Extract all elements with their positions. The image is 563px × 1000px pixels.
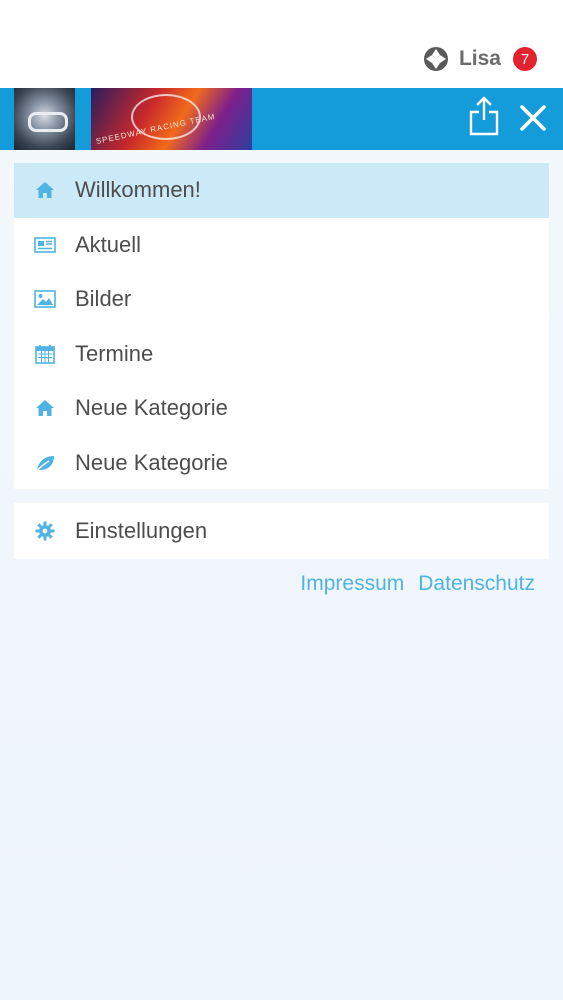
app-logo-icon: [423, 47, 448, 71]
calendar-icon: [35, 344, 55, 364]
menu-item-label: Neue Kategorie: [75, 395, 228, 421]
menu-item-neue-kategorie-1[interactable]: Neue Kategorie: [14, 381, 549, 436]
menu-item-willkommen[interactable]: Willkommen!: [14, 163, 549, 218]
leaf-icon: [35, 455, 54, 473]
menu-item-label: Termine: [75, 340, 154, 366]
top-bar: Lisa 7: [0, 0, 563, 88]
settings-section: Einstellungen: [14, 503, 549, 559]
image-icon: [34, 290, 56, 309]
user-name: Lisa: [458, 47, 501, 70]
footer-links: Impressum Datenschutz: [300, 572, 535, 596]
menu-item-bilder[interactable]: Bilder: [14, 272, 549, 327]
datenschutz-link[interactable]: Datenschutz: [418, 572, 535, 596]
gear-icon: [35, 521, 55, 541]
menu-item-aktuell[interactable]: Aktuell: [14, 218, 549, 273]
menu-item-label: Einstellungen: [75, 518, 208, 543]
menu-item-label: Neue Kategorie: [75, 449, 228, 475]
header-banner: SPEEDWAY RACING TEAM: [0, 88, 563, 150]
banner-thumbnail-1[interactable]: [14, 88, 75, 150]
menu-item-einstellungen[interactable]: Einstellungen: [14, 503, 549, 559]
home-icon: [36, 182, 54, 199]
notification-badge[interactable]: 7: [513, 47, 537, 71]
close-icon[interactable]: [516, 101, 550, 135]
banner-thumbnail-2[interactable]: SPEEDWAY RACING TEAM: [91, 88, 252, 150]
home-icon: [36, 400, 54, 417]
menu-item-neue-kategorie-2[interactable]: Neue Kategorie: [14, 436, 549, 491]
impressum-link[interactable]: Impressum: [300, 572, 404, 596]
menu-item-label: Aktuell: [75, 231, 142, 257]
navigation-menu: Willkommen! Aktuell Bilder Termine Neue …: [14, 163, 549, 489]
menu-item-termine[interactable]: Termine: [14, 327, 549, 382]
menu-item-label: Willkommen!: [75, 177, 201, 203]
newspaper-icon: [34, 236, 56, 253]
share-icon[interactable]: [468, 96, 500, 136]
user-chip[interactable]: Lisa 7: [423, 44, 537, 74]
menu-item-label: Bilder: [75, 286, 132, 312]
